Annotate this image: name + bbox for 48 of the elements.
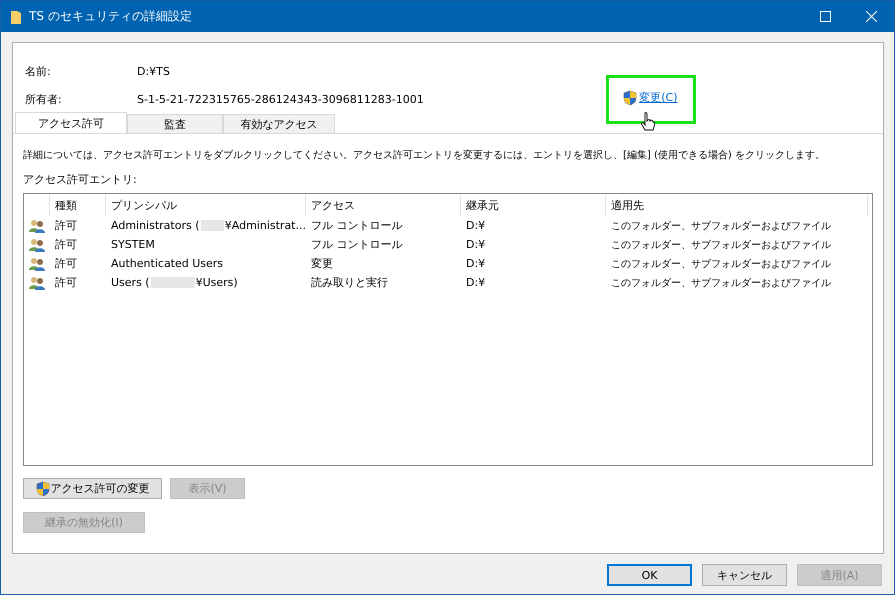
table-cell-text: D:¥ [465,238,486,251]
column-header[interactable]: 適用先 [606,194,868,216]
table-cell-text: D:¥ [465,219,486,232]
change-owner-link[interactable]: 変更(C) [621,88,680,108]
column-header[interactable]: 種類 [50,194,106,216]
table-cell-text: このフォルダー、サブフォルダーおよびファイル [610,220,832,232]
table-cell-text: D:¥ [465,276,486,289]
shield-icon [36,480,50,496]
dialog-button[interactable]: キャンセル [702,564,787,586]
table-cell-text: D:¥ [465,257,486,270]
table-cell-text: 許可 [54,237,78,252]
column-header[interactable]: アクセス [306,194,461,216]
table-cell-text: SYSTEM [110,238,156,251]
users-icon [29,238,45,252]
users-icon [29,218,45,232]
table-cell-text: このフォルダー、サブフォルダーおよびファイル [610,276,832,290]
window-title: TS のセキュリティの詳細設定 [29,8,193,25]
name-label: 名前: [25,64,52,78]
table-cell-text: 許可 [54,256,78,271]
tab[interactable]: 有効なアクセス [223,114,335,133]
table-cell-text: このフォルダー、サブフォルダーおよびファイル [610,258,832,270]
tab[interactable]: アクセス許可 [15,112,127,133]
table-cell-text: このフォルダー、サブフォルダーおよびファイル [610,238,832,252]
table-cell-text: フル コントロール [310,237,404,252]
table-cell-text: 許可 [54,218,78,233]
column-header[interactable]: プリンシパル [106,194,306,216]
table-cell-text: 変更 [310,256,334,271]
shield-icon [623,90,638,106]
owner-value: S-1-5-21-722315765-286124343-3096811283-1001 [137,92,425,106]
name-value: D:¥TS [137,64,171,78]
users-icon [29,276,45,290]
description-text: 詳細については、アクセス許可エントリをダブルクリックしてください。アクセス許可エントリを変更するには、エントリを選択し、[編集] (使用できる場合) をクリックします。 [23,148,825,162]
dialog-button[interactable]: OK [607,564,692,586]
table-cell-text: 許可 [54,275,78,290]
entries-label: アクセス許可エントリ: [23,172,138,187]
owner-label: 所有者: [25,92,63,106]
close-icon [866,11,876,22]
table-cell-text: フル コントロール [310,218,404,233]
table-cell-text: Users ( ¥Users) [110,276,239,289]
table-cell-text: Administrators ( ¥Administrat... [110,219,306,232]
users-icon [29,256,45,270]
folder-icon [11,9,21,24]
tab[interactable]: 監査 [127,114,223,133]
maximize-icon [820,11,830,22]
table-cell-text: 読み取りと実行 [310,275,389,290]
column-header[interactable]: 継承元 [461,194,606,216]
table-cell-text: Authenticated Users [110,257,224,270]
action-button[interactable]: アクセス許可の変更 [23,478,162,499]
